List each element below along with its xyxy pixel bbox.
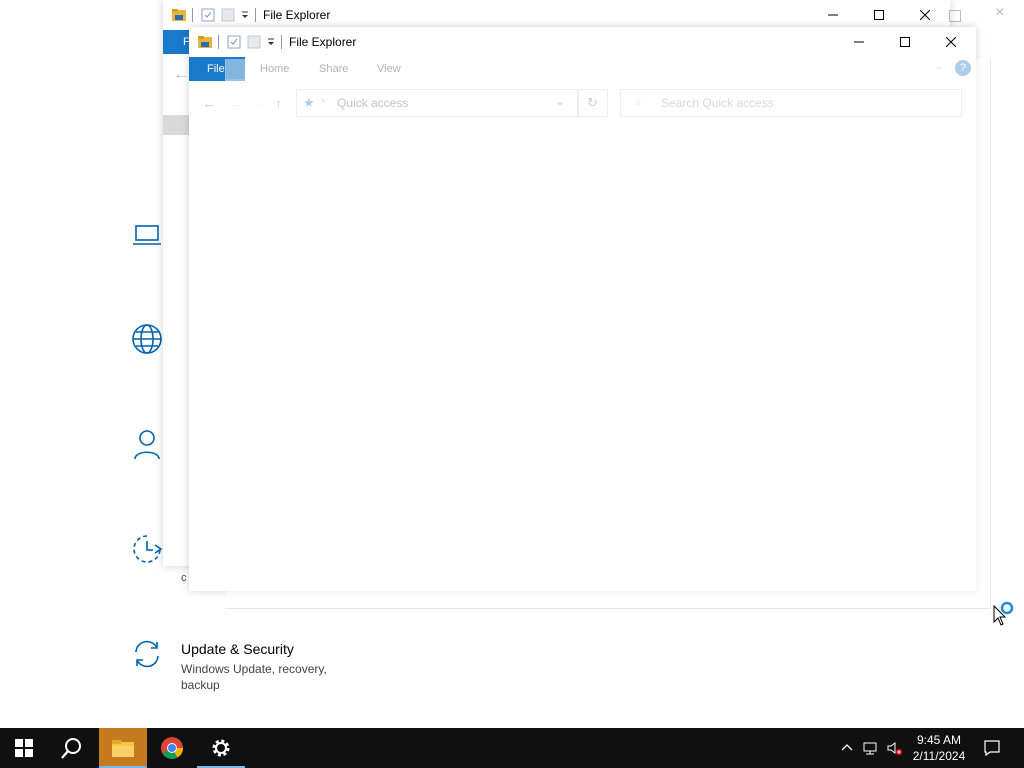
search-icon: [61, 738, 81, 759]
search-placeholder[interactable]: Search Quick access: [661, 96, 774, 110]
new-folder-icon[interactable]: [220, 7, 236, 23]
breadcrumb-chevron-icon[interactable]: ›: [321, 95, 325, 107]
properties-icon[interactable]: [200, 7, 216, 23]
taskbar-chrome[interactable]: [148, 728, 196, 768]
network-icon[interactable]: [862, 740, 878, 756]
taskbar: 9:45 AM 2/11/2024: [0, 728, 1024, 768]
dropdown-arrow-icon[interactable]: [266, 34, 276, 50]
person-icon[interactable]: [131, 428, 163, 460]
minimize-button[interactable]: [836, 27, 882, 57]
clock-time: 9:45 AM: [916, 733, 962, 747]
refresh-button[interactable]: ↻: [578, 89, 608, 117]
search-box[interactable]: ⌕ Search Quick access: [620, 89, 962, 117]
up-arrow-icon[interactable]: ↑: [275, 95, 291, 111]
update-sync-icon[interactable]: [131, 638, 163, 670]
minimize-button[interactable]: [810, 0, 856, 30]
action-center-icon[interactable]: [983, 739, 1001, 757]
window-title: File Explorer: [263, 8, 331, 22]
navigation-bar: ← → ⌄ ↑ ★ › Quick access ⌄ ↻ ⌕ Search Qu…: [189, 87, 976, 119]
maximize-button[interactable]: [856, 0, 902, 30]
show-hidden-icons-icon[interactable]: [839, 740, 855, 756]
tab-home[interactable]: Home: [260, 57, 289, 81]
search-icon: ⌕: [635, 95, 642, 109]
ghost-restore-icon: [949, 10, 961, 22]
search-button[interactable]: [48, 728, 96, 768]
file-explorer-window-front[interactable]: File Explorer File Home Share View ⌄ ? ←…: [189, 27, 976, 591]
taskbar-file-explorer[interactable]: [99, 728, 147, 768]
gear-icon: [212, 739, 230, 757]
chrome-icon: [161, 737, 183, 759]
maximize-button[interactable]: [882, 27, 928, 57]
update-security-title[interactable]: Update & Security: [181, 641, 294, 657]
window-title: File Explorer: [289, 35, 357, 49]
ribbon-tabs: File Home Share View ⌄ ?: [189, 57, 976, 81]
ghost-file-tab: [226, 59, 245, 79]
folder-icon: [112, 740, 134, 757]
clock[interactable]: 9:45 AM 2/11/2024: [906, 732, 972, 764]
dropdown-arrow-icon[interactable]: [240, 7, 250, 23]
separator: [255, 8, 256, 22]
time-language-icon[interactable]: [131, 533, 163, 565]
recent-locations-icon[interactable]: ⌄: [255, 95, 271, 111]
address-text[interactable]: Quick access: [337, 96, 408, 110]
ribbon-expand-icon[interactable]: ⌄: [935, 61, 943, 72]
globe-icon[interactable]: [131, 323, 163, 355]
forward-arrow-icon[interactable]: →: [229, 95, 245, 111]
address-dropdown-icon[interactable]: ⌄: [555, 94, 565, 108]
folder-icon: [197, 34, 213, 50]
clock-date: 2/11/2024: [912, 749, 966, 763]
address-bar[interactable]: ★ › Quick access ⌄: [296, 89, 578, 117]
laptop-icon[interactable]: [131, 219, 163, 251]
start-button[interactable]: [0, 728, 48, 768]
taskbar-settings[interactable]: [197, 728, 245, 768]
back-arrow-icon[interactable]: ←: [173, 66, 189, 84]
update-security-desc: Windows Update, recovery, backup: [181, 662, 327, 692]
nav-pane-highlight: [163, 115, 189, 135]
ghost-close-icon: ×: [995, 4, 1005, 21]
close-button[interactable]: [902, 0, 948, 30]
quick-access-star-icon: ★: [303, 95, 315, 110]
separator: [218, 35, 219, 49]
back-arrow-icon[interactable]: ←: [202, 95, 218, 111]
help-icon[interactable]: ?: [955, 60, 971, 76]
tab-view[interactable]: View: [377, 57, 401, 81]
tab-share[interactable]: Share: [319, 57, 348, 81]
close-button[interactable]: [928, 27, 974, 57]
volume-muted-icon[interactable]: [886, 740, 902, 756]
separator: [281, 35, 282, 49]
refresh-icon: ↻: [587, 95, 598, 110]
new-folder-icon[interactable]: [246, 34, 262, 50]
properties-icon[interactable]: [226, 34, 242, 50]
windows-logo-icon: [15, 739, 33, 757]
folder-icon: [171, 7, 187, 23]
separator: [192, 8, 193, 22]
partial-text: c: [181, 572, 187, 584]
busy-cursor-icon: [992, 600, 1018, 628]
